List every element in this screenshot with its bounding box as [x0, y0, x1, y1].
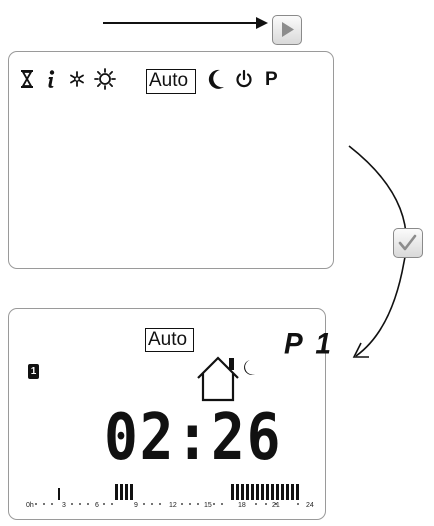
timeline-label: 15: [204, 502, 212, 509]
timeline-label: 3: [62, 502, 66, 509]
timeline-label: 12: [169, 502, 177, 509]
schedule-timeline: 0h 3 6 9 12 15 18 21 24: [14, 476, 324, 516]
timeline-label: 24: [306, 502, 314, 509]
timeline-label: 6: [95, 502, 99, 509]
timeline-label: 21: [272, 502, 280, 509]
timeline-label: 9: [134, 502, 138, 509]
timeline-label: 18: [238, 502, 246, 509]
time-display: 02:26: [104, 401, 283, 475]
confirm-button[interactable]: [393, 228, 423, 258]
house-moon-icon: [197, 356, 255, 402]
timeline-bars: [35, 484, 299, 505]
auto-mode-indicator: Auto: [145, 328, 194, 352]
program-indicator: P 1: [284, 327, 334, 360]
zone-badge: 1: [28, 364, 39, 379]
checkmark-icon: [398, 234, 417, 251]
timeline-label: 0h: [26, 502, 34, 509]
